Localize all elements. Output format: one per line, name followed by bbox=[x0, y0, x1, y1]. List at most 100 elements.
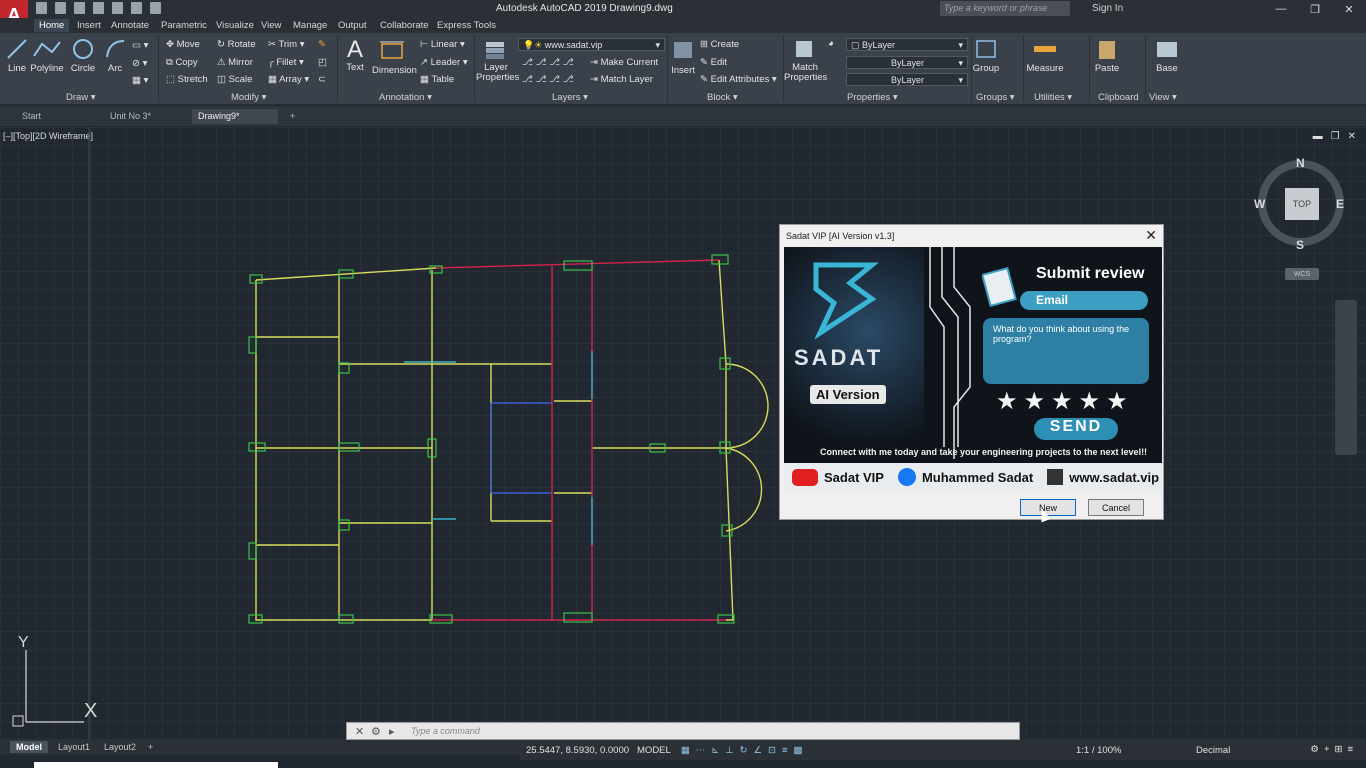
email-field[interactable]: Email bbox=[1020, 291, 1148, 310]
tab-express-tools[interactable]: Express Tools bbox=[432, 19, 501, 32]
new-tab-icon[interactable]: + bbox=[284, 109, 301, 124]
lineweight-dropdown[interactable]: ByLayer ▾ bbox=[846, 73, 968, 86]
text-button[interactable]: A Text bbox=[343, 38, 367, 74]
fillet-button[interactable]: ╭ Fillet ▾ bbox=[268, 57, 304, 68]
properties-panel-title[interactable]: Properties ▾ bbox=[847, 92, 898, 103]
match-properties-button[interactable]: Match Properties bbox=[784, 38, 827, 83]
drafting-tools-icon[interactable]: ▦⋯⊾⊥↻∠⊡≡▩ bbox=[681, 745, 809, 756]
youtube-icon[interactable] bbox=[792, 468, 818, 486]
compass-south[interactable]: S bbox=[1296, 238, 1304, 252]
redo-icon[interactable] bbox=[150, 2, 161, 14]
tab-output[interactable]: Output bbox=[333, 19, 372, 32]
facebook-name[interactable]: Muhammed Sadat bbox=[922, 470, 1033, 485]
offset-icon[interactable]: ⊂ bbox=[318, 74, 326, 85]
layout-tab-model[interactable]: Model bbox=[10, 741, 48, 753]
dialog-close-button[interactable]: ✕ bbox=[1145, 227, 1157, 244]
move-button[interactable]: ✥ Move bbox=[166, 39, 200, 50]
tab-manage[interactable]: Manage bbox=[288, 19, 332, 32]
youtube-channel-name[interactable]: Sadat VIP bbox=[824, 470, 884, 485]
layout-tab-layout2[interactable]: Layout2 bbox=[98, 741, 142, 753]
layer-tools-icon[interactable]: ⎇ ⎇ ⎇ ⎇ bbox=[522, 74, 574, 85]
layer-properties-button[interactable]: Layer Properties bbox=[476, 38, 519, 83]
website-icon[interactable] bbox=[1047, 469, 1064, 485]
open-icon[interactable] bbox=[55, 2, 66, 14]
navigation-bar[interactable] bbox=[1335, 300, 1357, 455]
draw-panel-title[interactable]: Draw ▾ bbox=[66, 92, 96, 103]
minimize-button[interactable]: — bbox=[1264, 0, 1298, 18]
hatch-icon[interactable]: ⊘ ▾ bbox=[132, 58, 147, 69]
leader-button[interactable]: ↗ Leader ▾ bbox=[420, 57, 468, 68]
linetype-dropdown[interactable]: ByLayer ▾ bbox=[846, 56, 968, 69]
new-icon[interactable] bbox=[36, 2, 47, 14]
tab-parametric[interactable]: Parametric bbox=[156, 19, 212, 32]
edit-block-button[interactable]: ✎ Edit bbox=[700, 57, 727, 68]
tab-home[interactable]: Home bbox=[34, 19, 70, 32]
tab-collaborate[interactable]: Collaborate bbox=[375, 19, 434, 32]
stretch-button[interactable]: ⬚ Stretch bbox=[166, 74, 208, 85]
save-as-icon[interactable] bbox=[93, 2, 104, 14]
dimension-button[interactable]: Dimension bbox=[372, 38, 417, 76]
rotate-button[interactable]: ↻ Rotate bbox=[217, 39, 256, 50]
copy-button[interactable]: ⧉ Copy bbox=[166, 57, 198, 68]
file-tab-unit-no-3[interactable]: Unit No 3* bbox=[104, 109, 188, 124]
layer-dropdown[interactable]: 💡☀ www.sadat.vip ▾ bbox=[518, 38, 665, 51]
compass-west[interactable]: W bbox=[1254, 197, 1265, 211]
close-command-icon[interactable]: ✕ bbox=[355, 725, 364, 738]
annotation-scale[interactable]: 1:1 / 100% bbox=[1076, 745, 1121, 756]
linear-button[interactable]: ⊢ Linear ▾ bbox=[420, 39, 465, 50]
trim-button[interactable]: ✂ Trim ▾ bbox=[268, 39, 304, 50]
sign-in-link[interactable]: Sign In bbox=[1092, 3, 1123, 14]
tab-visualize[interactable]: Visualize bbox=[211, 19, 259, 32]
viewcube-top-face[interactable]: TOP bbox=[1285, 188, 1319, 220]
star-rating[interactable]: ★★★★★ bbox=[996, 387, 1134, 416]
erase-icon[interactable]: ✎ bbox=[318, 39, 326, 50]
color-wheel-icon[interactable]: ◕ bbox=[828, 38, 834, 49]
array-button[interactable]: ▦ Array ▾ bbox=[268, 74, 309, 85]
facebook-icon[interactable] bbox=[897, 468, 916, 486]
insert-button[interactable]: Insert bbox=[669, 38, 697, 76]
plot-icon[interactable] bbox=[112, 2, 123, 14]
arc-button[interactable]: Arc bbox=[104, 38, 126, 74]
utilities-panel-title[interactable]: Utilities ▾ bbox=[1034, 92, 1072, 103]
edit-attributes-button[interactable]: ✎ Edit Attributes ▾ bbox=[700, 74, 777, 85]
draw-more-icon[interactable]: ▦ ▾ bbox=[132, 75, 148, 86]
maximize-button[interactable]: ❐ bbox=[1298, 0, 1332, 18]
groups-panel-title[interactable]: Groups ▾ bbox=[976, 92, 1015, 103]
model-space-button[interactable]: MODEL bbox=[637, 745, 671, 756]
close-button[interactable]: ✕ bbox=[1332, 0, 1366, 18]
polyline-button[interactable]: Polyline bbox=[30, 38, 64, 74]
layers-panel-title[interactable]: Layers ▾ bbox=[552, 92, 588, 103]
circle-button[interactable]: Circle bbox=[70, 38, 96, 74]
compass-east[interactable]: E bbox=[1336, 197, 1344, 211]
review-question-field[interactable]: What do you think about using the progra… bbox=[983, 318, 1149, 384]
units-selector[interactable]: Decimal bbox=[1196, 745, 1230, 756]
tab-insert[interactable]: Insert bbox=[72, 19, 106, 32]
group-button[interactable]: Group bbox=[972, 38, 1000, 74]
annotation-panel-title[interactable]: Annotation ▾ bbox=[379, 92, 432, 103]
file-tab-start[interactable]: Start bbox=[16, 109, 96, 124]
rectangle-icon[interactable]: ▭ ▾ bbox=[132, 40, 148, 51]
mirror-button[interactable]: ⚠ Mirror bbox=[217, 57, 253, 68]
search-input[interactable]: Type a keyword or phrase bbox=[940, 1, 1070, 16]
customize-status-icon[interactable]: ⚙+⊞≡ bbox=[1310, 744, 1358, 755]
scale-button[interactable]: ◫ Scale bbox=[217, 74, 252, 85]
tab-view[interactable]: View bbox=[256, 19, 286, 32]
command-prompt-icon[interactable]: ▸ bbox=[389, 725, 395, 738]
save-icon[interactable] bbox=[74, 2, 85, 14]
measure-button[interactable]: Measure bbox=[1026, 38, 1064, 74]
customize-icon[interactable]: ⚙ bbox=[371, 725, 381, 738]
tab-annotate[interactable]: Annotate bbox=[106, 19, 154, 32]
paste-button[interactable]: Paste bbox=[1094, 38, 1120, 74]
file-tab-drawing9[interactable]: Drawing9* bbox=[192, 109, 278, 124]
color-dropdown[interactable]: ▢ ByLayer ▾ bbox=[846, 38, 968, 51]
view-panel-title[interactable]: View ▾ bbox=[1149, 92, 1177, 103]
table-button[interactable]: ▦ Table bbox=[420, 74, 454, 85]
block-panel-title[interactable]: Block ▾ bbox=[707, 92, 738, 103]
send-button[interactable]: SEND bbox=[1034, 418, 1118, 440]
add-layout-icon[interactable]: + bbox=[142, 741, 159, 753]
cancel-button[interactable]: Cancel bbox=[1088, 499, 1144, 516]
create-block-button[interactable]: ⊞ Create bbox=[700, 39, 739, 50]
modify-panel-title[interactable]: Modify ▾ bbox=[231, 92, 266, 103]
coordinate-readout[interactable]: 25.5447, 8.5930, 0.0000 bbox=[526, 745, 629, 756]
layout-tab-layout1[interactable]: Layout1 bbox=[52, 741, 96, 753]
